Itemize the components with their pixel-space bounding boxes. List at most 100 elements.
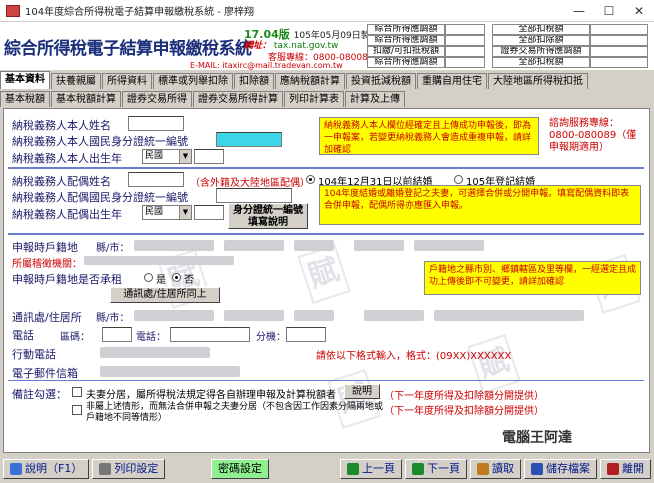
mail-village-value[interactable] xyxy=(294,310,334,321)
exit-icon xyxy=(607,463,619,475)
marriage-notice: 104年度結婚或離婚登記之夫妻，可選擇合併或分開申報。填寫配偶資料即表合併申報，… xyxy=(319,185,641,225)
rent-yes-radio[interactable] xyxy=(144,273,153,282)
bottom-toolbar: 說明（F1） 列印設定 密碼設定 上一頁 下一頁 讀取 儲存檔案 離開 xyxy=(0,455,654,483)
next-label: 下一頁 xyxy=(427,462,460,475)
save-icon xyxy=(531,463,543,475)
separated-other-note: （下一年度所得及扣除額分開提供） xyxy=(384,406,544,417)
password-button[interactable]: 密碼設定 xyxy=(211,459,270,479)
watermark: 賦 xyxy=(297,244,351,304)
mail-street-value[interactable] xyxy=(434,310,584,321)
mail-county-label: 縣/市： xyxy=(96,313,130,324)
extension-label: 分機： xyxy=(256,332,286,343)
summary-box: 全部扣除額 xyxy=(492,35,590,46)
phone-number-input[interactable] xyxy=(170,327,250,342)
window-title: 104年度綜合所得稅電子結算申報繳稅系統 - 廖梓翔 xyxy=(25,7,255,18)
spouse-birth-label: 納稅義務人配偶出生年 xyxy=(12,208,122,221)
exit-button[interactable]: 離開 xyxy=(600,459,651,479)
notes-label: 備註勾選： xyxy=(12,388,67,401)
email-value[interactable] xyxy=(100,366,240,377)
neighborhood-value[interactable] xyxy=(354,240,404,251)
tab-basic-info[interactable]: 基本資料 xyxy=(0,71,50,89)
basic-info-form: 賦 賦 賦 賦 賦 納稅義務人本人姓名 納稅義務人本人國民身分證統一編號 納稅義… xyxy=(3,108,650,453)
tab-securities-calc[interactable]: 證券交易所得計算 xyxy=(193,91,283,107)
save-file-button[interactable]: 儲存檔案 xyxy=(524,459,597,479)
area-code-label: 區碼： xyxy=(60,332,90,343)
district-value[interactable] xyxy=(224,240,284,251)
chevron-down-icon: ▼ xyxy=(179,206,191,219)
mail-district-value[interactable] xyxy=(224,310,284,321)
rent-no-radio[interactable] xyxy=(172,273,181,282)
id-help-button[interactable]: 身分證統一編號填寫說明 xyxy=(228,203,308,229)
next-page-button[interactable]: 下一頁 xyxy=(405,459,467,479)
tab-basic-tax-calc[interactable]: 基本稅額計算 xyxy=(51,91,121,107)
spouse-name-input[interactable] xyxy=(128,172,184,187)
taxpayer-birth-year-input[interactable] xyxy=(194,149,224,164)
service-email: E-MAIL: itaxirc@mail.tradevan.com.tw xyxy=(190,61,343,70)
summary-box: 證券交易所得應調額 xyxy=(492,46,590,57)
spouse-birth-year-input[interactable] xyxy=(194,205,224,220)
tab-row-secondary: 基本稅額 基本稅額計算 證券交易所得 證券交易所得計算 列印計算表 計算及上傳 xyxy=(0,89,654,107)
tab-mainland[interactable]: 大陸地區所得稅扣抵 xyxy=(488,73,588,89)
summary-box: 全部扣稅額 xyxy=(492,57,590,68)
extension-input[interactable] xyxy=(286,327,326,342)
taxpayer-name-input[interactable] xyxy=(128,116,184,131)
reg-address-rent-label: 申報時戶籍地是否承租 xyxy=(12,273,122,286)
mobile-value[interactable] xyxy=(100,347,210,358)
tab-dependents[interactable]: 扶養親屬 xyxy=(51,73,101,89)
rent-no-label: 否 xyxy=(184,275,194,286)
separated-other-checkbox[interactable] xyxy=(72,405,82,415)
tab-basic-tax[interactable]: 基本稅額 xyxy=(0,91,50,107)
summary-value xyxy=(590,35,648,46)
tax-office-value xyxy=(84,256,234,265)
summary-value xyxy=(445,46,485,57)
spouse-name-label: 納稅義務人配偶姓名 xyxy=(12,175,111,188)
spouse-id-label: 納稅義務人配偶國民身分證統一編號 xyxy=(12,191,188,204)
tab-row-primary: 基本資料 扶養親屬 所得資料 標準或列舉扣除 扣除額 應納稅額計算 投資抵減稅額… xyxy=(0,71,654,89)
taxpayer-birth-label: 納稅義務人本人出生年 xyxy=(12,152,122,165)
area-code-input[interactable] xyxy=(102,327,132,342)
taxpayer-era-select[interactable]: 民國 ▼ xyxy=(142,149,192,164)
village-value[interactable] xyxy=(294,240,334,251)
tab-income[interactable]: 所得資料 xyxy=(102,73,152,89)
tab-exemptions[interactable]: 扣除額 xyxy=(234,73,274,89)
separated-checkbox[interactable] xyxy=(72,387,82,397)
maximize-button[interactable]: ☐ xyxy=(594,0,624,22)
same-address-button[interactable]: 通訊處/住居所同上 xyxy=(110,287,220,303)
tab-investment[interactable]: 投資抵減稅額 xyxy=(346,73,416,89)
arrow-right-icon xyxy=(412,463,424,475)
explain-button[interactable]: 說明 xyxy=(344,384,380,399)
tab-tax-calc[interactable]: 應納稅額計算 xyxy=(275,73,345,89)
divider xyxy=(8,233,644,235)
minimize-button[interactable]: — xyxy=(564,0,594,22)
exit-label: 離開 xyxy=(622,462,644,475)
tab-repurchase[interactable]: 重購自用住宅 xyxy=(417,73,487,89)
taxpayer-id-input[interactable] xyxy=(216,132,282,147)
mail-road-value[interactable] xyxy=(364,310,424,321)
summary-value xyxy=(590,46,648,57)
tab-securities[interactable]: 證券交易所得 xyxy=(122,91,192,107)
tab-print[interactable]: 列印計算表 xyxy=(284,91,344,107)
prev-page-button[interactable]: 上一頁 xyxy=(340,459,402,479)
spouse-era-select[interactable]: 民國 ▼ xyxy=(142,205,192,220)
tab-deductions[interactable]: 標準或列舉扣除 xyxy=(153,73,233,89)
county-value[interactable] xyxy=(134,240,214,251)
phone-label: 電話 xyxy=(12,329,34,342)
read-button[interactable]: 讀取 xyxy=(470,459,521,479)
mail-county-value[interactable] xyxy=(134,310,214,321)
title-bar: 104年度綜合所得稅電子結算申報繳稅系統 - 廖梓翔 — ☐ ✕ xyxy=(0,0,654,22)
email-label: 電子郵件信箱 xyxy=(12,367,78,380)
marriage-2016-radio[interactable] xyxy=(454,175,463,184)
print-settings-button[interactable]: 列印設定 xyxy=(92,459,166,479)
spouse-id-input[interactable] xyxy=(216,188,292,203)
service-hotline-note: 諮詢服務專線：0800-080089（僅申報期適用） xyxy=(549,118,637,153)
era-option: 民國 xyxy=(145,151,164,161)
county-label: 縣/市： xyxy=(96,243,130,254)
mobile-format-hint: 請依以下格式輸入，格式：(09XX)XXXXXX xyxy=(316,351,512,362)
folder-icon xyxy=(477,463,489,475)
help-button[interactable]: 說明（F1） xyxy=(3,459,90,479)
site-watermark-logo: 電腦王阿達 xyxy=(502,430,572,446)
marriage-before-radio[interactable] xyxy=(306,175,315,184)
tab-upload[interactable]: 計算及上傳 xyxy=(345,91,405,107)
close-button[interactable]: ✕ xyxy=(624,0,654,22)
office-value[interactable] xyxy=(414,240,484,251)
